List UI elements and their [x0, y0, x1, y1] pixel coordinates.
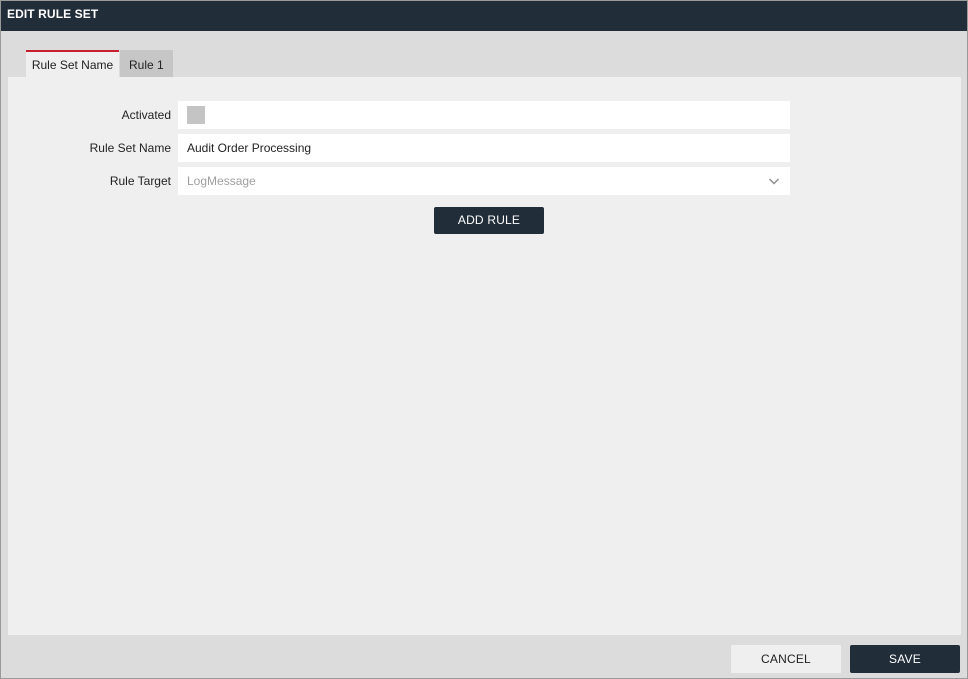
- save-button[interactable]: SAVE: [850, 645, 960, 673]
- rule-set-name-label: Rule Set Name: [89, 141, 171, 155]
- rule-target-select[interactable]: LogMessage: [178, 167, 790, 195]
- tab-bar: Rule Set Name Rule 1: [26, 50, 173, 77]
- rule-set-name-row: Rule Set Name Audit Order Processing: [8, 134, 961, 162]
- chevron-down-icon: [769, 178, 779, 185]
- add-rule-button[interactable]: ADD RULE: [434, 207, 544, 234]
- activated-row: Activated: [8, 101, 961, 129]
- activated-checkbox[interactable]: [187, 106, 205, 124]
- tab-rule-set-name[interactable]: Rule Set Name: [26, 50, 119, 77]
- tab-content-panel: Activated Rule Set Name Audit Order Proc…: [8, 77, 961, 635]
- cancel-button[interactable]: CANCEL: [731, 645, 841, 673]
- rule-target-label: Rule Target: [109, 174, 171, 188]
- activated-label: Activated: [121, 108, 171, 122]
- rule-target-value: LogMessage: [187, 174, 256, 188]
- rule-set-name-input[interactable]: Audit Order Processing: [178, 134, 790, 162]
- rule-target-row: Rule Target LogMessage: [8, 167, 961, 195]
- activated-field: [178, 101, 790, 129]
- dialog-title: EDIT RULE SET: [1, 1, 967, 31]
- tab-rule-1[interactable]: Rule 1: [120, 50, 173, 77]
